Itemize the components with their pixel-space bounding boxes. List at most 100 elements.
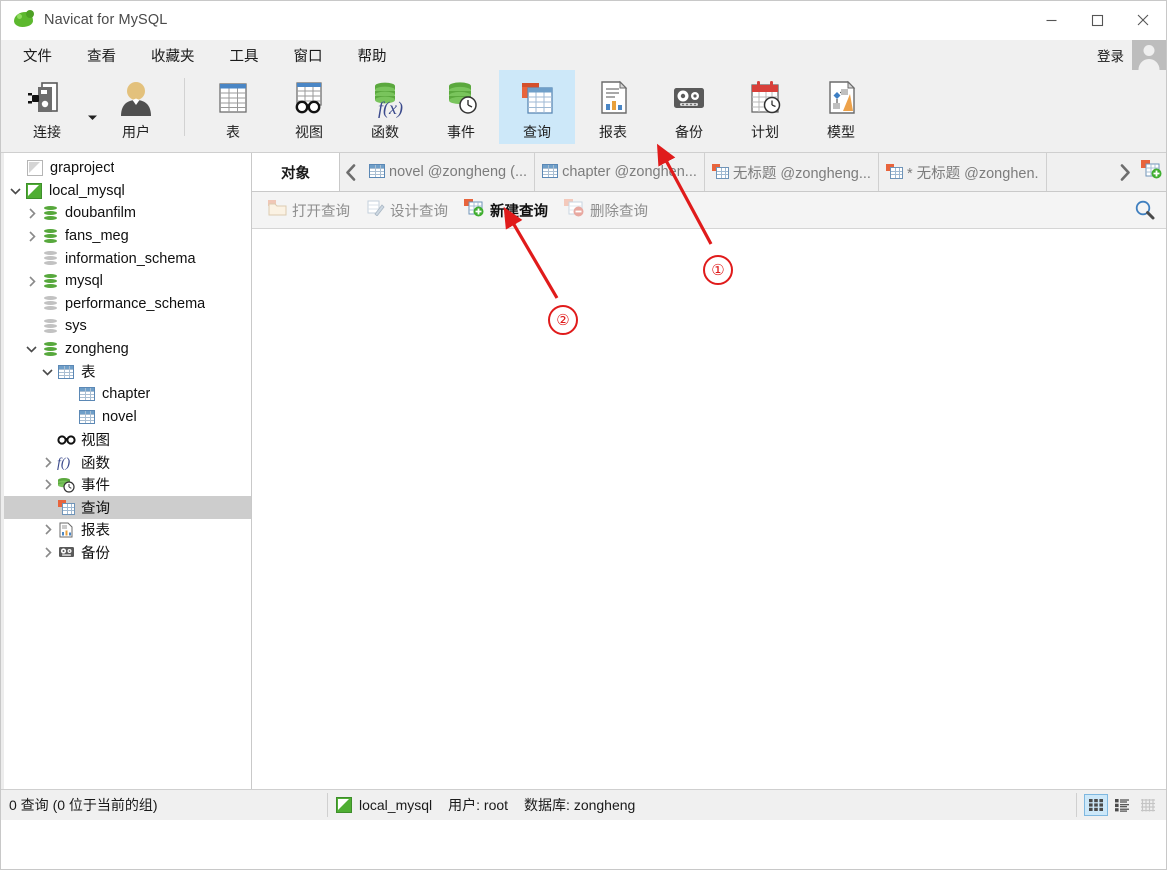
design-query-button[interactable]: 设计查询 <box>358 197 456 224</box>
main-toolbar: 连接 用户 表 视图 f(x) 函数 事件 查询 报表 备份 计划 模型 <box>1 70 1166 153</box>
menu-favorites[interactable]: 收藏夹 <box>138 42 208 69</box>
tree-item-performance_schema[interactable]: performance_schema <box>1 293 251 316</box>
toolbar-connection-button[interactable]: 连接 <box>1 70 93 144</box>
tree-item-sys[interactable]: sys <box>1 315 251 338</box>
chevron-down-icon[interactable] <box>7 187 24 195</box>
table-icon <box>542 164 559 180</box>
query-icon <box>885 164 903 180</box>
tree-item-views[interactable]: 视图 <box>1 428 251 451</box>
toolbar-view-button[interactable]: 视图 <box>271 70 347 144</box>
tree-item-doubanfilm[interactable]: doubanfilm <box>1 202 251 225</box>
document-tab-novel[interactable]: novel @zongheng (... <box>362 153 536 191</box>
connection-dropdown-caret[interactable] <box>87 95 98 127</box>
toolbar-model-button[interactable]: 模型 <box>803 70 879 144</box>
chevron-right-icon[interactable] <box>39 479 56 490</box>
document-tab-untitled-1[interactable]: 无标题 @zongheng... <box>705 153 879 191</box>
query-icon <box>711 164 729 180</box>
menu-file[interactable]: 文件 <box>10 42 65 69</box>
tree-label: information_schema <box>65 250 196 267</box>
tree-item-fans_meg[interactable]: fans_meg <box>1 225 251 248</box>
chevron-down-icon[interactable] <box>39 368 56 376</box>
user-avatar-icon[interactable] <box>1132 40 1166 70</box>
tree-item-local_mysql[interactable]: local_mysql <box>1 180 251 203</box>
toolbar-function-button[interactable]: f(x) 函数 <box>347 70 423 144</box>
tree-item-tables-folder[interactable]: 表 <box>1 360 251 383</box>
table-icon <box>213 76 253 120</box>
new-query-tab-icon <box>1140 160 1162 184</box>
tree-item-chapter[interactable]: chapter <box>1 383 251 406</box>
view-mode-detail[interactable] <box>1136 794 1160 816</box>
tree-item-information_schema[interactable]: information_schema <box>1 247 251 270</box>
document-tab-untitled-2-modified[interactable]: * 无标题 @zonghen. <box>879 153 1047 191</box>
toolbar-view-label: 视图 <box>295 124 323 140</box>
menu-view[interactable]: 查看 <box>74 42 129 69</box>
tree-label: 表 <box>81 365 96 382</box>
tab-scroll-left-button[interactable] <box>340 153 362 191</box>
minimize-button[interactable] <box>1028 1 1074 39</box>
close-button[interactable] <box>1120 1 1166 39</box>
delete-query-button[interactable]: 删除查询 <box>556 196 656 224</box>
window-controls <box>1028 1 1166 39</box>
toolbar-schedule-button[interactable]: 计划 <box>727 70 803 144</box>
tab-scroll-right-button[interactable] <box>1114 153 1136 191</box>
status-connection: local_mysql <box>328 790 440 820</box>
login-link[interactable]: 登录 <box>1097 45 1124 65</box>
status-divider <box>1076 793 1077 817</box>
tree-label: 报表 <box>81 523 110 540</box>
open-query-icon <box>268 200 287 220</box>
tab-objects[interactable]: 对象 <box>252 153 340 191</box>
toolbar-user-button[interactable]: 用户 <box>98 70 174 144</box>
document-tab-chapter[interactable]: chapter @zonghen... <box>535 153 705 191</box>
query-list-canvas[interactable] <box>252 229 1166 789</box>
chevron-right-icon[interactable] <box>39 456 56 468</box>
document-tab-label: chapter @zonghen... <box>562 164 697 180</box>
toolbar-query-button[interactable]: 查询 <box>499 70 575 144</box>
search-button[interactable] <box>1132 197 1158 223</box>
document-tab-label: * 无标题 @zonghen. <box>906 165 1039 182</box>
tree-item-backups[interactable]: 备份 <box>1 541 251 564</box>
tab-strip: 对象 novel @zongheng (... chapter @zonghen… <box>252 153 1166 192</box>
chevron-right-icon[interactable] <box>39 547 56 558</box>
view-mode-grid[interactable] <box>1084 794 1108 816</box>
tree-item-mysql[interactable]: mysql <box>1 270 251 293</box>
status-count: 0 查询 (0 位于当前的组) <box>9 797 158 813</box>
tree-item-events[interactable]: 事件 <box>1 473 251 496</box>
document-tabs: novel @zongheng (... chapter @zonghen...… <box>362 153 1114 191</box>
window-title: Navicat for MySQL <box>44 12 168 28</box>
navigation-sidebar[interactable]: graproject local_mysql doubanfilm fans_m… <box>1 153 252 789</box>
toolbar-backup-button[interactable]: 备份 <box>651 70 727 144</box>
tree-item-queries[interactable]: 查询 <box>1 495 251 519</box>
chevron-right-icon[interactable] <box>39 524 56 535</box>
menu-tools[interactable]: 工具 <box>217 42 272 69</box>
tree-label: 函数 <box>81 455 110 472</box>
status-user: 用户: root <box>448 797 509 813</box>
tree-item-zongheng[interactable]: zongheng <box>1 338 251 361</box>
grid-view-icon <box>1089 799 1103 811</box>
toolbar-report-button[interactable]: 报表 <box>575 70 651 144</box>
design-query-label: 设计查询 <box>390 203 448 220</box>
new-query-button[interactable]: 新建查询 <box>456 196 556 224</box>
toolbar-function-label: 函数 <box>371 124 399 140</box>
tree-item-graproject[interactable]: graproject <box>1 157 251 180</box>
toolbar-event-button[interactable]: 事件 <box>423 70 499 144</box>
tree-item-novel[interactable]: novel <box>1 406 251 429</box>
menu-help[interactable]: 帮助 <box>345 42 400 69</box>
menu-window[interactable]: 窗口 <box>281 42 336 69</box>
function-fx-icon: f(x) <box>365 76 405 120</box>
model-diagram-icon <box>821 76 861 120</box>
status-bar: 0 查询 (0 位于当前的组) local_mysql 用户: root 数据库… <box>1 789 1166 820</box>
new-tab-button[interactable] <box>1136 153 1166 191</box>
chevron-right-icon[interactable] <box>23 208 40 219</box>
tree-item-reports[interactable]: 报表 <box>1 519 251 542</box>
view-mode-list[interactable] <box>1110 794 1134 816</box>
toolbar-table-button[interactable]: 表 <box>195 70 271 144</box>
toolbar-connection-label: 连接 <box>33 124 61 140</box>
backup-tape-icon <box>669 76 709 120</box>
maximize-button[interactable] <box>1074 1 1120 39</box>
tree-item-functions[interactable]: f() 函数 <box>1 451 251 474</box>
report-chart-icon <box>593 76 633 120</box>
chevron-right-icon[interactable] <box>23 231 40 242</box>
chevron-down-icon[interactable] <box>23 345 40 353</box>
chevron-right-icon[interactable] <box>23 276 40 287</box>
open-query-button[interactable]: 打开查询 <box>260 197 358 224</box>
